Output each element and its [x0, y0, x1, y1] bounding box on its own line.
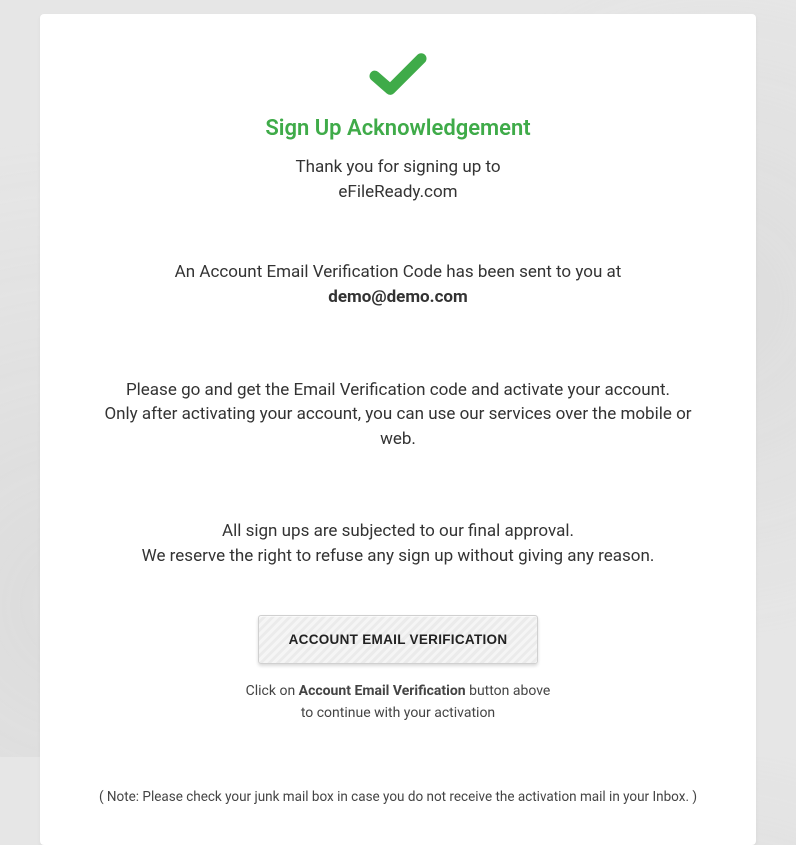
hint-suffix: button above: [466, 683, 551, 699]
page-title: Sign Up Acknowledgement: [90, 116, 706, 141]
hint-line2: to continue with your activation: [301, 705, 495, 721]
subtitle: Thank you for signing up to eFileReady.c…: [90, 155, 706, 204]
button-wrap: ACCOUNT EMAIL VERIFICATION: [90, 615, 706, 664]
hint-bold: Account Email Verification: [299, 683, 466, 699]
checkmark-icon: [369, 52, 427, 98]
instruction-line2: Only after activating your account, you …: [104, 404, 691, 449]
instruction-section: Please go and get the Email Verification…: [90, 378, 706, 452]
hint-text: Click on Account Email Verification butt…: [90, 680, 706, 725]
approval-line1: All sign ups are subjected to our final …: [222, 521, 574, 541]
hint-prefix: Click on: [246, 683, 299, 699]
note-text: ( Note: Please check your junk mail box …: [90, 789, 706, 805]
signup-ack-card: Sign Up Acknowledgement Thank you for si…: [40, 14, 756, 845]
approval-section: All sign ups are subjected to our final …: [90, 519, 706, 568]
checkmark-icon-wrap: [90, 52, 706, 98]
verification-sent-text: An Account Email Verification Code has b…: [175, 262, 622, 282]
verification-email: demo@demo.com: [328, 287, 468, 307]
instruction-line1: Please go and get the Email Verification…: [126, 380, 670, 400]
approval-line2: We reserve the right to refuse any sign …: [142, 546, 655, 566]
account-email-verification-button[interactable]: ACCOUNT EMAIL VERIFICATION: [258, 615, 539, 664]
subtitle-line1: Thank you for signing up to: [295, 157, 500, 177]
verification-sent-section: An Account Email Verification Code has b…: [90, 260, 706, 309]
subtitle-line2: eFileReady.com: [338, 182, 457, 202]
